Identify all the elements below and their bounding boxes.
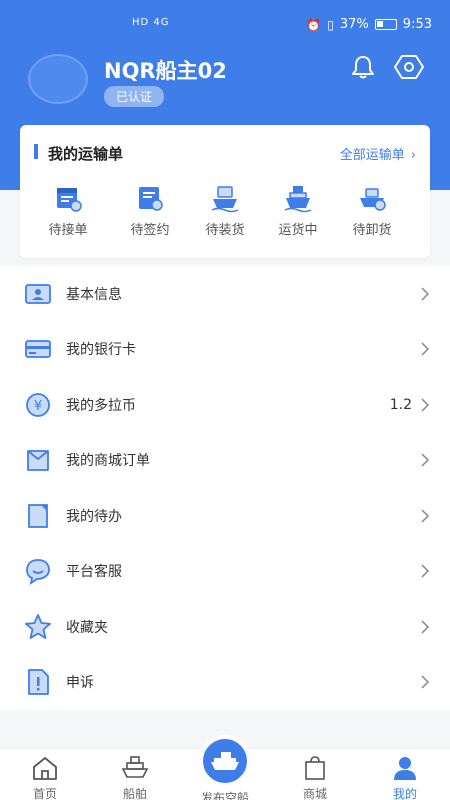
- username: NQR船主02: [104, 59, 227, 83]
- order-status-label: 待签约: [130, 223, 170, 238]
- tab-label: 我的: [392, 787, 417, 800]
- tab-mall[interactable]: 商城: [280, 755, 350, 800]
- menu-label: 基本信息: [66, 286, 122, 303]
- menu-label: 我的多拉币: [66, 397, 136, 414]
- chevron-right-icon: [421, 675, 430, 689]
- tab-home[interactable]: 首页: [10, 755, 80, 800]
- chevron-right-icon: ›: [410, 148, 416, 163]
- menu-item-customer-service[interactable]: 平台客服: [0, 544, 450, 600]
- order-status-label: 待卸货: [352, 223, 392, 238]
- id-card-icon: [25, 283, 51, 304]
- order-status-pending-unload[interactable]: 待卸货: [342, 183, 402, 238]
- menu-label: 我的银行卡: [66, 342, 136, 359]
- chat-icon: [26, 559, 50, 586]
- shop-order-icon: [27, 450, 49, 472]
- chevron-right-icon: [421, 453, 430, 467]
- menu-item-dola-coin[interactable]: ¥ 我的多拉币 1.2: [0, 377, 450, 433]
- avatar[interactable]: [28, 54, 88, 104]
- network-indicator: HD 4G: [132, 17, 170, 28]
- order-status-pending-accept[interactable]: 待接单: [38, 183, 98, 238]
- pending-accept-icon: [57, 188, 82, 212]
- chevron-right-icon: [421, 398, 430, 412]
- menu-item-bank-card[interactable]: 我的银行卡: [0, 322, 450, 378]
- bank-card-icon: [25, 340, 51, 359]
- menu-label: 我的商城订单: [66, 453, 150, 470]
- status-bar: HD 4G ⏰ ▯ 37% 9:53: [0, 0, 450, 50]
- battery-percent: 37%: [339, 17, 369, 32]
- shipping-icon: [284, 186, 312, 213]
- svg-text:¥: ¥: [34, 399, 42, 414]
- pending-load-icon: [211, 186, 239, 213]
- appeal-icon: [28, 669, 49, 696]
- tab-label: 发布空船: [200, 791, 249, 800]
- verified-badge: 已认证: [104, 86, 165, 107]
- ship-icon: [121, 756, 149, 778]
- all-orders-link[interactable]: 全部运输单 ›: [340, 144, 416, 163]
- chevron-right-icon: [421, 287, 430, 301]
- star-icon: [25, 613, 51, 639]
- vibrate-icon: ▯: [327, 17, 334, 32]
- tab-label: 商城: [302, 787, 327, 800]
- menu-item-todo[interactable]: 我的待办: [0, 488, 450, 544]
- transport-orders-card: 我的运输单 全部运输单 › 待接单 待签约 待装货 运货中 待卸货: [20, 125, 430, 258]
- coin-balance: 1.2: [389, 396, 412, 413]
- menu-label: 申诉: [66, 675, 94, 692]
- menu-item-appeal[interactable]: 申诉: [0, 655, 450, 711]
- chevron-right-icon: [421, 342, 430, 356]
- tab-ships[interactable]: 船舶: [100, 755, 170, 800]
- todo-icon: [28, 503, 48, 528]
- pending-unload-icon: [360, 188, 386, 211]
- chevron-right-icon: [421, 564, 430, 578]
- shopping-bag-icon: [305, 756, 325, 780]
- tab-label: 船舶: [122, 787, 147, 800]
- bottom-tab-bar: 首页 船舶 发布空船 商城 我的: [0, 735, 450, 800]
- order-status-shipping[interactable]: 运货中: [268, 183, 328, 238]
- order-status-label: 待装货: [205, 223, 245, 238]
- order-status-pending-sign[interactable]: 待签约: [120, 183, 180, 238]
- alarm-icon: ⏰: [306, 17, 322, 32]
- home-icon: [33, 757, 57, 780]
- settings-icon[interactable]: [394, 54, 424, 80]
- publish-ship-button[interactable]: [199, 735, 251, 787]
- card-title: 我的运输单: [34, 143, 123, 164]
- pending-sign-icon: [139, 187, 163, 211]
- menu-item-favorites[interactable]: 收藏夹: [0, 599, 450, 655]
- menu-item-basic-info[interactable]: 基本信息: [0, 266, 450, 322]
- order-status-label: 运货中: [278, 223, 318, 238]
- menu-list: 基本信息 我的银行卡 ¥ 我的多拉币 1.2 我的商城订单 我的待办 平台客服 …: [0, 266, 450, 710]
- publish-ship-icon: [211, 752, 239, 770]
- status-right: ⏰ ▯ 37% 9:53: [306, 17, 432, 32]
- tab-publish-ship[interactable]: 发布空船: [190, 735, 260, 800]
- battery-icon: [374, 19, 397, 30]
- bell-icon[interactable]: [350, 54, 376, 80]
- menu-label: 收藏夹: [66, 619, 108, 636]
- menu-item-shop-orders[interactable]: 我的商城订单: [0, 433, 450, 489]
- all-orders-label: 全部运输单: [339, 148, 405, 163]
- chevron-right-icon: [421, 620, 430, 634]
- clock: 9:53: [402, 17, 432, 32]
- order-status-label: 待接单: [48, 223, 88, 238]
- menu-label: 平台客服: [66, 564, 122, 581]
- order-status-pending-load[interactable]: 待装货: [195, 183, 255, 238]
- tab-mine[interactable]: 我的: [370, 755, 440, 800]
- menu-label: 我的待办: [66, 508, 122, 525]
- user-icon: [394, 757, 416, 780]
- coin-icon: ¥: [26, 392, 50, 417]
- tab-label: 首页: [32, 787, 57, 800]
- chevron-right-icon: [421, 509, 430, 523]
